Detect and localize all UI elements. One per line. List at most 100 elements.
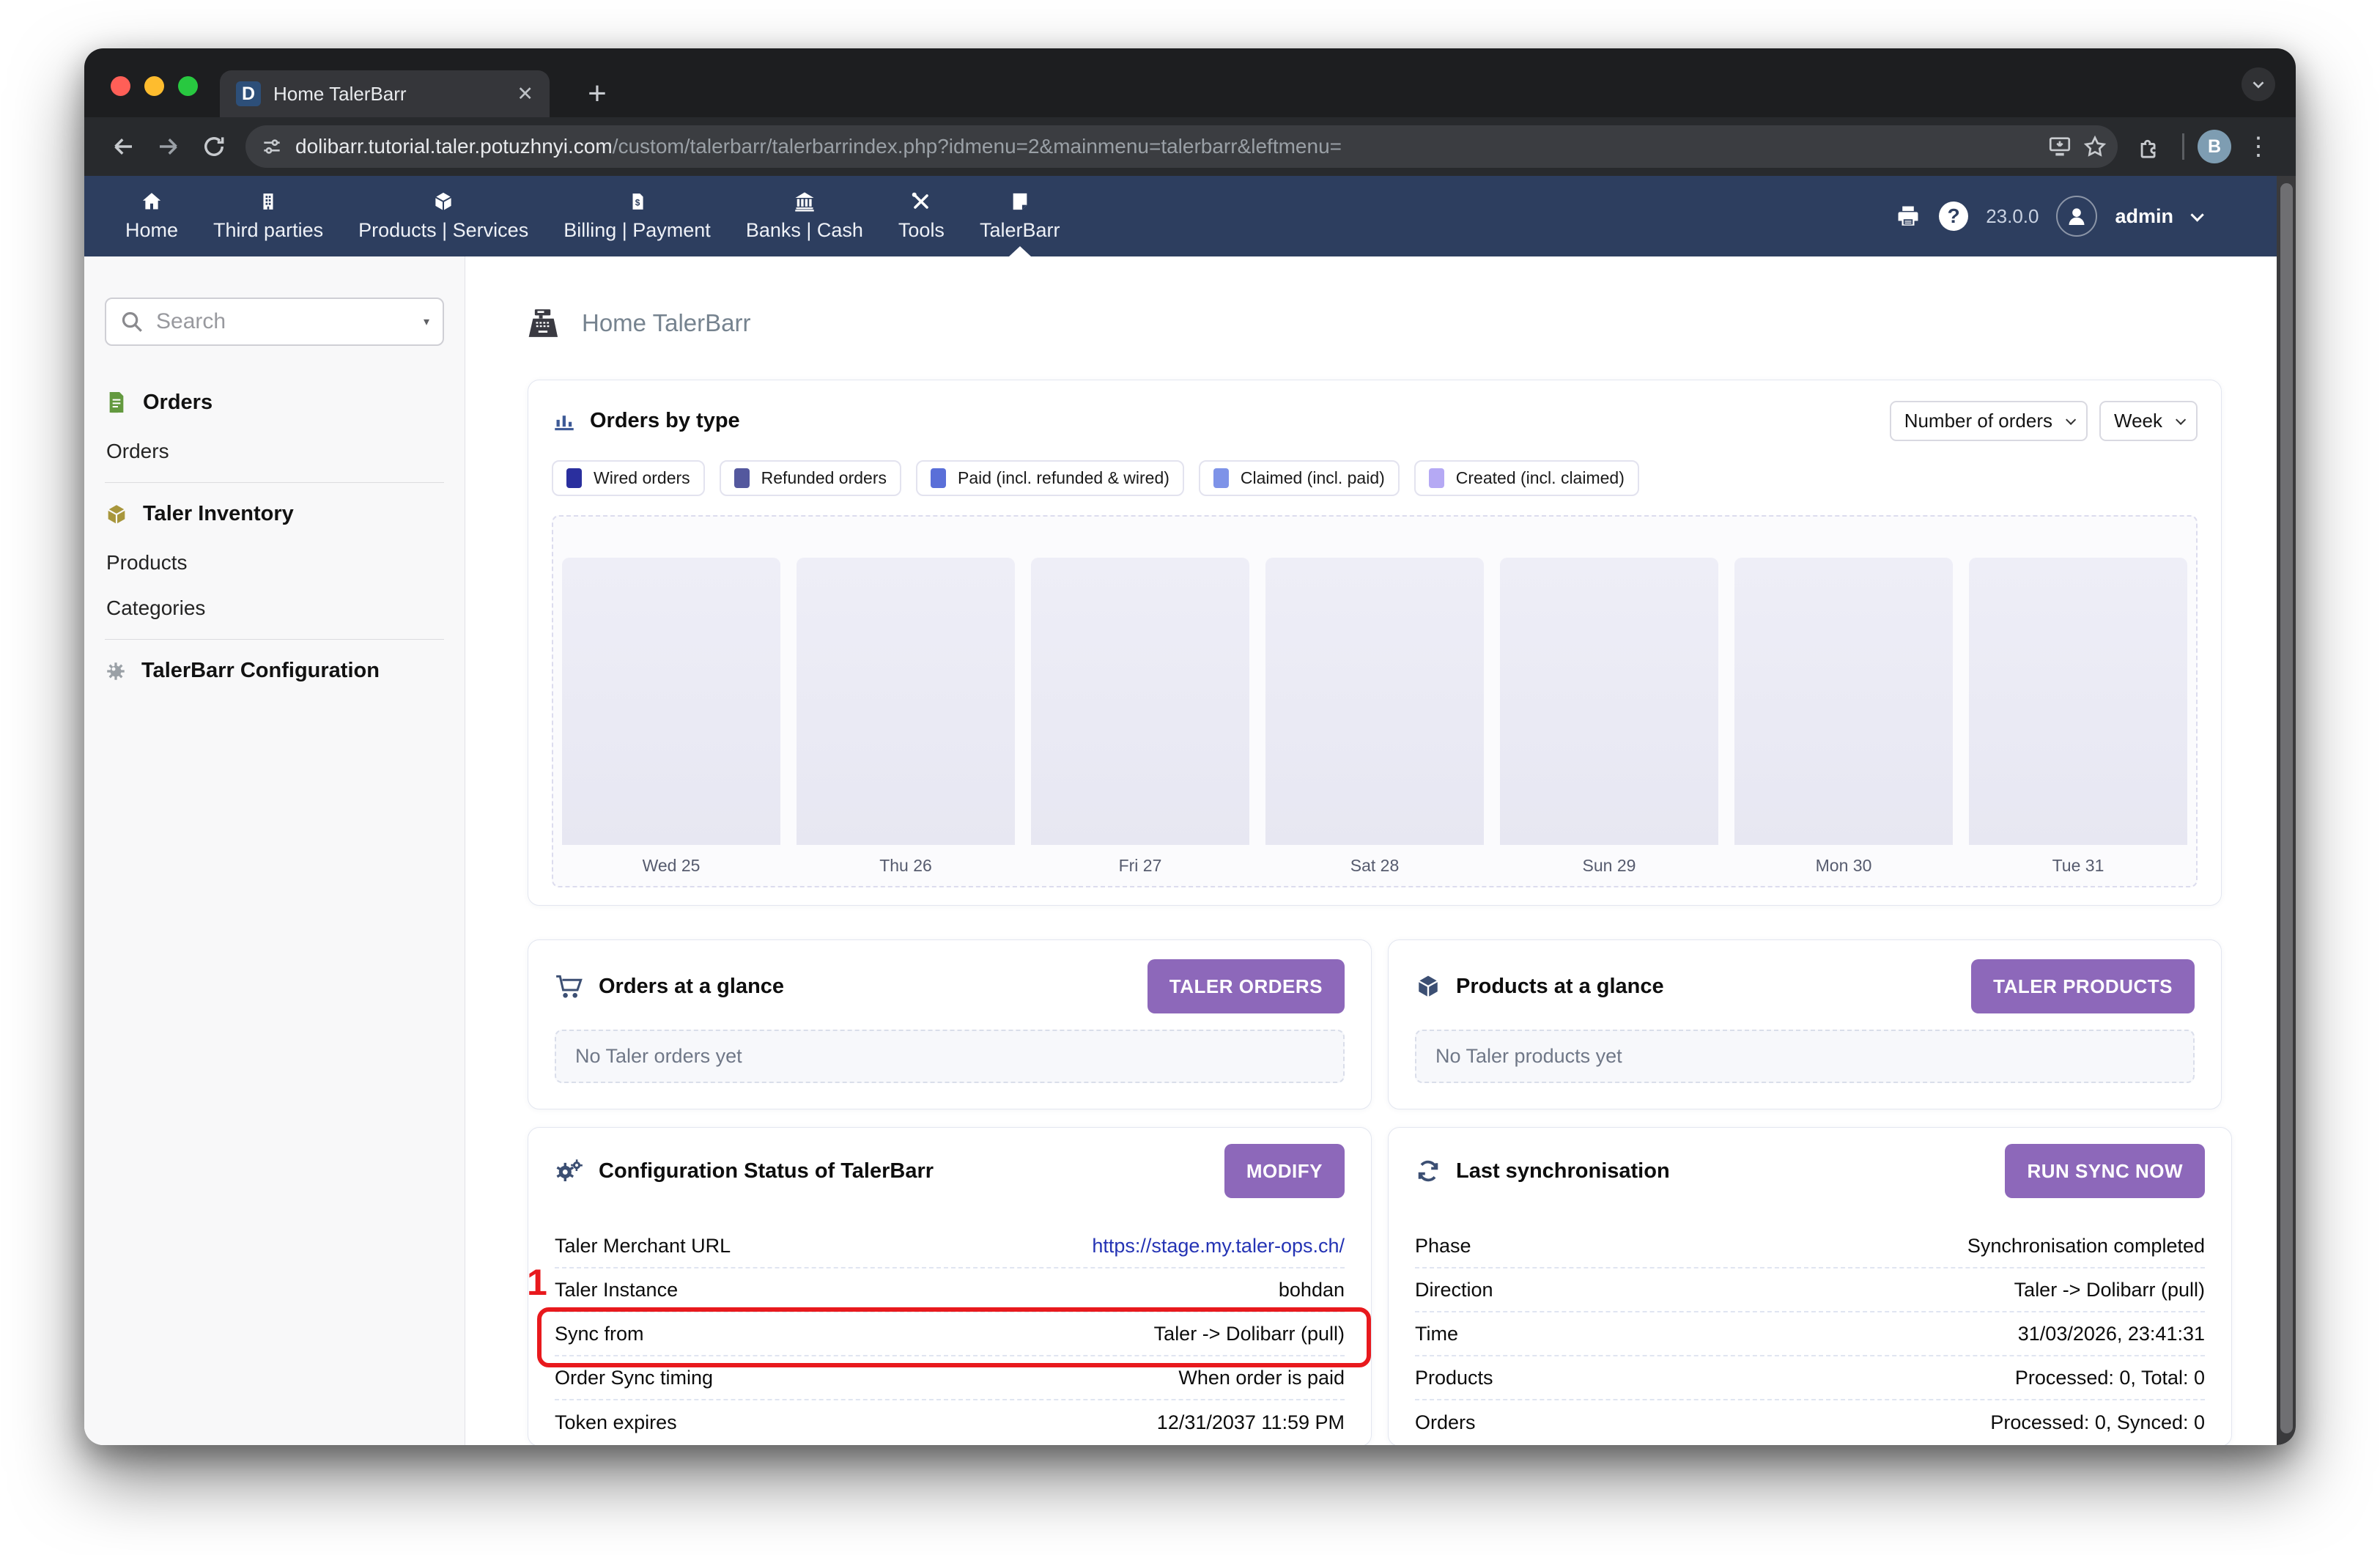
- nav-item-third-parties[interactable]: Third parties: [196, 176, 341, 256]
- taler-products-button[interactable]: TALER PRODUCTS: [1971, 959, 2195, 1013]
- chart-column: [797, 558, 1015, 845]
- bookmark-star-icon[interactable]: [2082, 134, 2107, 159]
- sync-row-orders: Orders Processed: 0, Synced: 0: [1415, 1400, 2205, 1444]
- nav-item-home[interactable]: Home: [108, 176, 196, 256]
- nav-item-billing-payment[interactable]: $ Billing | Payment: [546, 176, 728, 256]
- forward-button[interactable]: [149, 127, 188, 166]
- sidebar-item-categories[interactable]: Categories: [105, 596, 444, 620]
- legend-swatch: [734, 468, 750, 488]
- x-axis-tick: Tue 31: [1969, 856, 2187, 876]
- configuration-status-card: Configuration Status of TalerBarr MODIFY…: [528, 1127, 1372, 1445]
- box-icon: [105, 503, 128, 526]
- cash-register-icon: [528, 308, 561, 339]
- back-button[interactable]: [103, 127, 143, 166]
- user-menu[interactable]: admin: [2115, 205, 2173, 228]
- modify-button[interactable]: MODIFY: [1224, 1144, 1345, 1198]
- tab-bar: D Home TalerBarr ✕ +: [84, 48, 2296, 117]
- legend-item-claimed[interactable]: Claimed (incl. paid): [1199, 460, 1400, 496]
- orders-by-type-card: Orders by type Number of orders Week: [528, 380, 2222, 906]
- main-content: Home TalerBarr Orders by type Number of …: [465, 256, 2296, 1445]
- minimize-window-button[interactable]: [144, 76, 164, 96]
- legend-item-refunded[interactable]: Refunded orders: [720, 460, 901, 496]
- reload-button[interactable]: [194, 127, 234, 166]
- sync-row-products: Products Processed: 0, Total: 0: [1415, 1356, 2205, 1400]
- browser-window: D Home TalerBarr ✕ + dolibarr.tutorial.t…: [84, 48, 2296, 1445]
- tab-search-chevron-icon[interactable]: [2242, 67, 2275, 101]
- sidebar-item-orders[interactable]: Orders: [105, 440, 444, 463]
- config-row-sync-from: Sync from Taler -> Dolibarr (pull): [555, 1312, 1345, 1356]
- help-icon[interactable]: ?: [1939, 202, 1968, 231]
- sync-row-direction: Direction Taler -> Dolibarr (pull): [1415, 1268, 2205, 1312]
- legend-item-wired[interactable]: Wired orders: [552, 460, 705, 496]
- sidebar-group-orders[interactable]: Orders: [105, 390, 444, 415]
- document-icon: [105, 390, 128, 415]
- url-text[interactable]: dolibarr.tutorial.taler.potuzhnyi.com/cu…: [295, 135, 2036, 158]
- site-info-icon[interactable]: [260, 135, 284, 158]
- zoom-window-button[interactable]: [178, 76, 198, 96]
- browser-profile-avatar[interactable]: B: [2198, 130, 2231, 163]
- print-icon[interactable]: [1895, 204, 1921, 229]
- merchant-url-link[interactable]: https://stage.my.taler-ops.ch/: [1092, 1235, 1345, 1257]
- orders-glance-title: Orders at a glance: [599, 975, 784, 999]
- sidebar-search-box[interactable]: Search ▾: [105, 298, 444, 346]
- browser-tab[interactable]: D Home TalerBarr ✕: [220, 70, 550, 117]
- bar-chart-icon: [552, 409, 577, 434]
- url-host: dolibarr.tutorial.taler.potuzhnyi.com: [295, 135, 613, 158]
- legend-swatch: [931, 468, 946, 488]
- gears-icon: [555, 1158, 584, 1184]
- scrollbar-thumb[interactable]: [2280, 183, 2293, 1433]
- run-sync-now-button[interactable]: RUN SYNC NOW: [2005, 1144, 2205, 1198]
- sidebar-group-talerbarr-configuration[interactable]: TalerBarr Configuration: [105, 659, 444, 683]
- legend-item-created[interactable]: Created (incl. claimed): [1414, 460, 1639, 496]
- nav-item-tools[interactable]: Tools: [881, 176, 962, 256]
- install-app-icon[interactable]: [2047, 134, 2072, 159]
- browser-menu-icon[interactable]: ⋮: [2237, 127, 2277, 166]
- close-window-button[interactable]: [111, 76, 130, 96]
- legend-swatch: [1429, 468, 1444, 488]
- sidebar-item-products[interactable]: Products: [105, 551, 444, 575]
- user-avatar[interactable]: [2056, 196, 2097, 237]
- macos-traffic-lights: [111, 76, 198, 96]
- sidebar-divider: [105, 639, 444, 640]
- chart-column: [1734, 558, 1953, 845]
- dolibarr-favicon: D: [236, 81, 261, 106]
- tab-title: Home TalerBarr: [273, 83, 504, 106]
- new-tab-button[interactable]: +: [580, 76, 615, 111]
- sidebar-divider: [105, 482, 444, 483]
- nav-item-banks-cash[interactable]: Banks | Cash: [728, 176, 881, 256]
- gear-icon: [105, 660, 127, 682]
- extensions-icon[interactable]: [2129, 127, 2169, 166]
- config-row-token-expires: Token expires 12/31/2037 11:59 PM: [555, 1400, 1345, 1444]
- metric-select[interactable]: Number of orders: [1890, 401, 2088, 441]
- legend-swatch: [566, 468, 582, 488]
- x-axis-tick: Sat 28: [1265, 856, 1484, 876]
- legend-item-paid[interactable]: Paid (incl. refunded & wired): [916, 460, 1184, 496]
- orders-empty-state: No Taler orders yet: [555, 1030, 1345, 1083]
- search-dropdown-caret-icon[interactable]: ▾: [424, 314, 429, 329]
- products-glance-title: Products at a glance: [1456, 975, 1664, 999]
- last-synchronisation-card: Last synchronisation RUN SYNC NOW Phase …: [1388, 1127, 2232, 1445]
- x-axis-tick: Thu 26: [797, 856, 1015, 876]
- page-scrollbar[interactable]: [2277, 176, 2296, 1445]
- url-path: /custom/talerbarr/talerbarrindex.php?idm…: [613, 135, 1342, 158]
- tab-close-icon[interactable]: ✕: [517, 84, 533, 104]
- chart-card-title: Orders by type: [590, 409, 740, 433]
- search-placeholder: Search: [156, 309, 412, 334]
- nav-item-talerbarr[interactable]: TalerBarr: [962, 176, 1078, 256]
- x-axis-tick: Sun 29: [1500, 856, 1718, 876]
- config-row-instance: Taler Instance bohdan: [555, 1268, 1345, 1312]
- dolibarr-page: Home Third parties Products | Services $…: [84, 176, 2296, 1445]
- browser-toolbar: dolibarr.tutorial.taler.potuzhnyi.com/cu…: [84, 117, 2296, 176]
- config-row-order-sync-timing: Order Sync timing When order is paid: [555, 1356, 1345, 1400]
- period-select[interactable]: Week: [2099, 401, 2198, 441]
- sync-row-phase: Phase Synchronisation completed: [1415, 1225, 2205, 1268]
- legend-swatch: [1213, 468, 1229, 488]
- taler-orders-button[interactable]: TALER ORDERS: [1148, 959, 1345, 1013]
- address-bar[interactable]: dolibarr.tutorial.taler.potuzhnyi.com/cu…: [245, 125, 2118, 168]
- svg-text:$: $: [635, 197, 640, 207]
- nav-item-products-services[interactable]: Products | Services: [341, 176, 546, 256]
- toolbar-divider: [2182, 133, 2184, 160]
- chart-legend: Wired orders Refunded orders Paid (incl.…: [552, 460, 2198, 496]
- user-menu-chevron-icon[interactable]: [2190, 208, 2203, 221]
- sidebar-group-taler-inventory[interactable]: Taler Inventory: [105, 502, 444, 526]
